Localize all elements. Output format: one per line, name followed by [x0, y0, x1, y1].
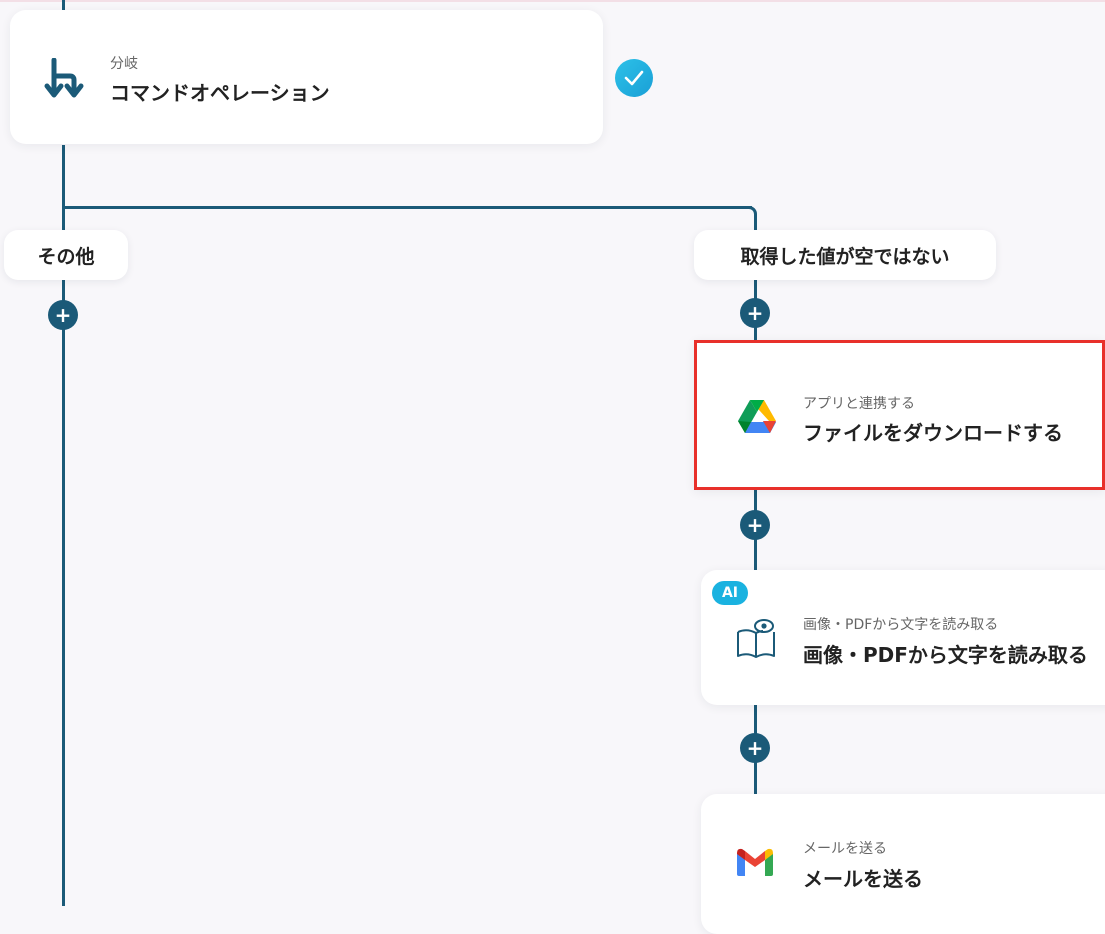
add-step-button-right-1[interactable]: + [740, 298, 770, 328]
step-2-subtitle: 画像・PDFから文字を読み取る [803, 617, 999, 633]
branch-command-card[interactable]: 分岐 コマンドオペレーション [10, 10, 603, 144]
step-1-subtitle: アプリと連携する [803, 396, 915, 412]
connector-corner [743, 206, 757, 218]
step-1-title: ファイルをダウンロードする [803, 421, 1063, 445]
step-card-download-file[interactable]: アプリと連携する ファイルをダウンロードする [694, 340, 1105, 490]
branch-label-not-empty[interactable]: 取得した値が空ではない [694, 230, 996, 280]
step-2-title: 画像・PDFから文字を読み取る [803, 643, 1088, 667]
gmail-icon [735, 847, 775, 881]
ocr-book-eye-icon [735, 616, 777, 664]
add-step-button-right-3[interactable]: + [740, 733, 770, 763]
check-icon [615, 59, 653, 97]
google-drive-icon [737, 398, 777, 438]
step-card-send-mail[interactable]: メールを送る メールを送る [701, 794, 1105, 934]
branch-card-subtitle: 分岐 [110, 56, 138, 72]
top-border [0, 0, 1105, 2]
ai-badge: AI [712, 581, 748, 605]
step-card-ocr[interactable]: 画像・PDFから文字を読み取る 画像・PDFから文字を読み取る [701, 570, 1105, 705]
connector-horizontal [62, 206, 752, 209]
step-3-title: メールを送る [803, 867, 923, 891]
branch-card-title: コマンドオペレーション [110, 81, 330, 105]
step-3-subtitle: メールを送る [803, 841, 887, 857]
add-step-button-right-2[interactable]: + [740, 510, 770, 540]
add-step-button-left[interactable]: + [48, 300, 78, 330]
branch-label-other[interactable]: その他 [4, 230, 128, 280]
branch-icon [44, 57, 84, 104]
